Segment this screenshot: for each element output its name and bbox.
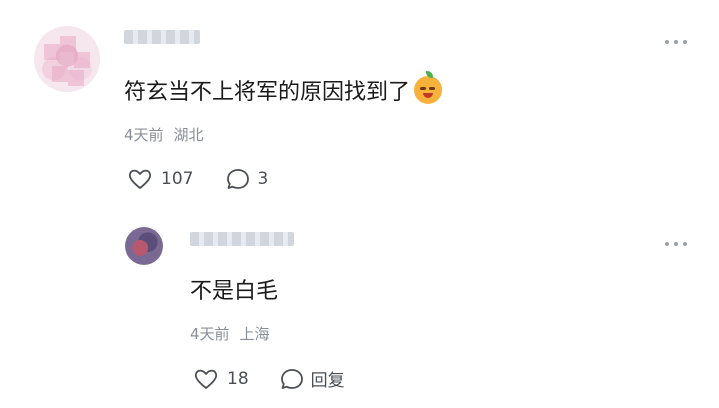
dot — [674, 40, 678, 44]
comment-meta: 4天前 湖北 — [124, 124, 214, 145]
avatar-pixel — [52, 66, 68, 82]
more-dots-icon[interactable] — [665, 40, 687, 46]
reply-location: 上海 — [239, 325, 270, 343]
comment-reply-button[interactable]: 3 — [225, 167, 268, 191]
avatar-pixel — [68, 70, 84, 86]
comment-avatar[interactable] — [34, 26, 100, 92]
heart-outline-icon — [128, 169, 152, 189]
reply-username-blurred[interactable] — [190, 232, 294, 246]
avatar-pixel — [60, 36, 76, 52]
avatar-pixel — [74, 52, 90, 68]
reply-actions: 18 回复 — [193, 366, 345, 391]
reply-reply-button[interactable]: 回复 — [279, 366, 345, 391]
comment-time: 4天前 — [124, 126, 164, 144]
reply-like-count: 18 — [227, 368, 249, 389]
comment-reply-count: 3 — [257, 169, 269, 189]
reply-time: 4天前 — [190, 325, 230, 343]
avatar-pixel — [44, 44, 60, 60]
reply-avatar[interactable] — [125, 227, 163, 265]
dot — [674, 242, 678, 246]
dot — [665, 40, 669, 44]
comment-location: 湖北 — [173, 126, 204, 144]
comment-like-count: 107 — [161, 169, 194, 189]
heart-outline-icon — [194, 369, 218, 389]
grinning-orange-emoji-icon — [414, 71, 443, 104]
dot — [665, 242, 669, 246]
speech-bubble-icon — [227, 169, 250, 189]
dot — [683, 242, 687, 246]
comment-username-blurred[interactable] — [124, 30, 200, 44]
reply-like-button[interactable]: 18 — [193, 367, 249, 391]
reply-meta: 4天前 上海 — [190, 323, 280, 344]
dot — [683, 40, 687, 44]
comment-like-button[interactable]: 107 — [127, 167, 193, 191]
comment-body: 符玄当不上将军的原因找到了 — [124, 71, 443, 106]
speech-bubble-icon — [280, 368, 303, 389]
more-dots-icon[interactable] — [665, 242, 687, 248]
comment-actions: 107 3 — [127, 167, 268, 191]
reply-label: 回复 — [310, 371, 345, 391]
reply-text: 不是白毛 — [190, 279, 279, 304]
comment-text: 符玄当不上将军的原因找到了 — [124, 80, 411, 105]
